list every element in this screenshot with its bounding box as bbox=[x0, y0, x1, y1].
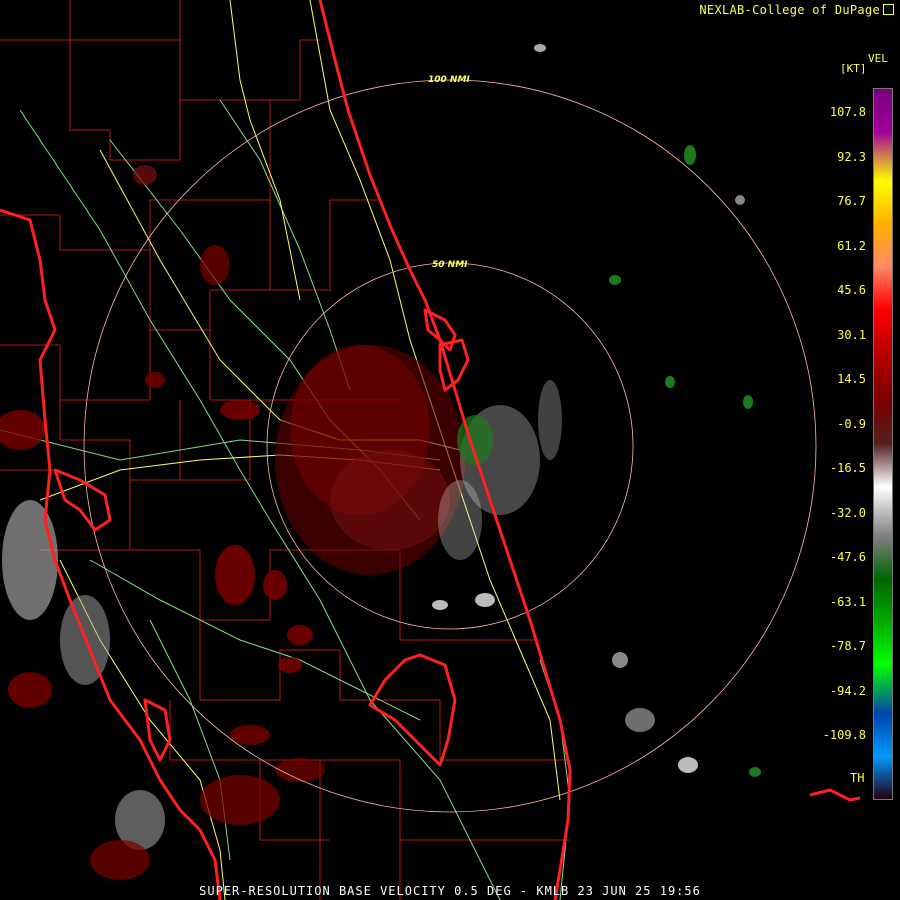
legend-colorbar bbox=[873, 88, 893, 800]
legend-tick-label: -16.5 bbox=[829, 461, 866, 475]
legend-tick-label: -32.0 bbox=[829, 505, 866, 520]
legend-tick-label: 45.6 bbox=[837, 283, 866, 297]
credit-label: NEXLAB-College of DuPage bbox=[699, 3, 894, 17]
radar-map: 100 NMI 50 NMI bbox=[0, 0, 861, 900]
legend-tick-label: 107.8 bbox=[829, 105, 866, 119]
product-caption: SUPER-RESOLUTION BASE VELOCITY 0.5 DEG -… bbox=[199, 884, 701, 898]
legend-tick-label: -63.1 bbox=[829, 594, 866, 609]
legend-title: VEL bbox=[868, 52, 888, 65]
legend-tick-label: -94.2 bbox=[829, 683, 866, 698]
legend-th-label: TH bbox=[850, 771, 865, 785]
ring-label-100: 100 NMI bbox=[428, 75, 470, 85]
legend-tick-label: 14.5 bbox=[837, 372, 866, 386]
legend-tick-label: -47.6 bbox=[829, 550, 866, 564]
legend-tick-label: -109.8 bbox=[822, 728, 866, 742]
legend-tick-label: 30.1 bbox=[837, 327, 866, 342]
legend-tick-label: 92.3 bbox=[837, 149, 866, 164]
legend-tick-label: -0.9 bbox=[837, 416, 866, 431]
window-icon bbox=[883, 4, 894, 15]
legend-tick-label: 76.7 bbox=[837, 194, 866, 208]
legend-tick-label: 61.2 bbox=[837, 238, 866, 253]
ring-label-50: 50 NMI bbox=[432, 260, 468, 270]
legend-tick-label: -78.7 bbox=[829, 639, 866, 653]
legend-unit: [KT] bbox=[840, 62, 867, 75]
credit-text: NEXLAB-College of DuPage bbox=[699, 3, 880, 17]
